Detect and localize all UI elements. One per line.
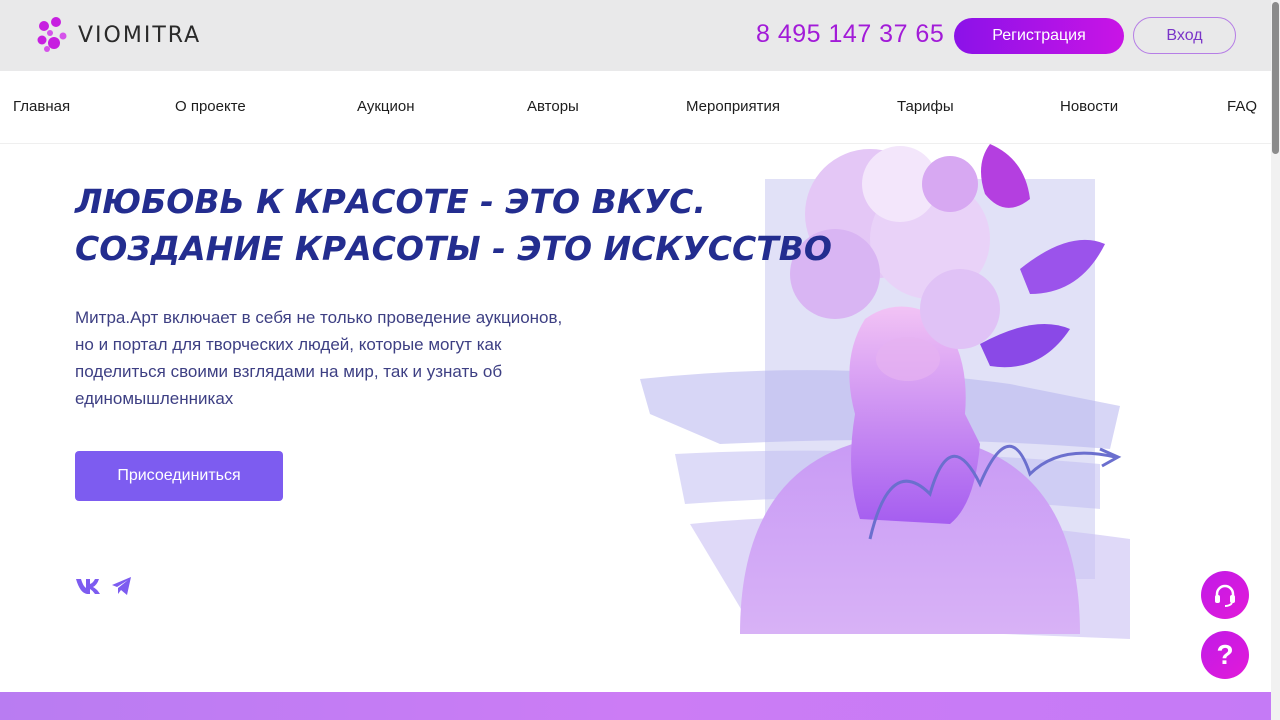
main-nav: Главная О проекте Аукцион Авторы Меропри…: [0, 71, 1271, 144]
logo-text: VIOMITRA: [78, 22, 202, 48]
next-section-band: [0, 692, 1271, 720]
social-links: [75, 576, 133, 596]
hero-description: Митра.Арт включает в себя не только пров…: [75, 308, 563, 408]
nav-item-about[interactable]: О проекте: [175, 98, 246, 115]
hero-title: ЛЮБОВЬ К КРАСОТЕ - ЭТО ВКУС. СОЗДАНИЕ КР…: [75, 178, 895, 272]
top-bar: VIOMITRA 8 495 147 37 65 Регистрация Вхо…: [0, 0, 1271, 71]
phone-number[interactable]: 8 495 147 37 65: [756, 20, 944, 49]
help-label: ?: [1216, 639, 1234, 670]
logo-icon: [37, 17, 67, 52]
nav-item-news[interactable]: Новости: [1060, 98, 1118, 115]
join-button[interactable]: Присоединиться: [75, 451, 283, 501]
headset-icon: [1215, 584, 1235, 607]
register-button[interactable]: Регистрация: [954, 18, 1124, 54]
nav-item-authors[interactable]: Авторы: [527, 98, 579, 115]
scrollbar[interactable]: [1271, 0, 1280, 720]
logo[interactable]: VIOMITRA: [36, 16, 201, 54]
hero-title-line-2: СОЗДАНИЕ КРАСОТЫ - ЭТО ИСКУССТВО: [75, 229, 832, 268]
login-button[interactable]: Вход: [1133, 17, 1236, 54]
vk-icon[interactable]: [75, 577, 103, 595]
nav-item-auction[interactable]: Аукцион: [357, 98, 415, 115]
help-button[interactable]: ?: [1201, 631, 1249, 679]
nav-item-faq[interactable]: FAQ: [1227, 98, 1257, 115]
telegram-icon[interactable]: [111, 576, 133, 596]
nav-item-home[interactable]: Главная: [13, 98, 70, 115]
nav-item-tariffs[interactable]: Тарифы: [897, 98, 954, 115]
nav-item-events[interactable]: Мероприятия: [686, 98, 780, 115]
hero-title-line-1: ЛЮБОВЬ К КРАСОТЕ - ЭТО ВКУС.: [75, 182, 706, 221]
scrollbar-thumb[interactable]: [1272, 2, 1279, 154]
support-button[interactable]: [1201, 571, 1249, 619]
